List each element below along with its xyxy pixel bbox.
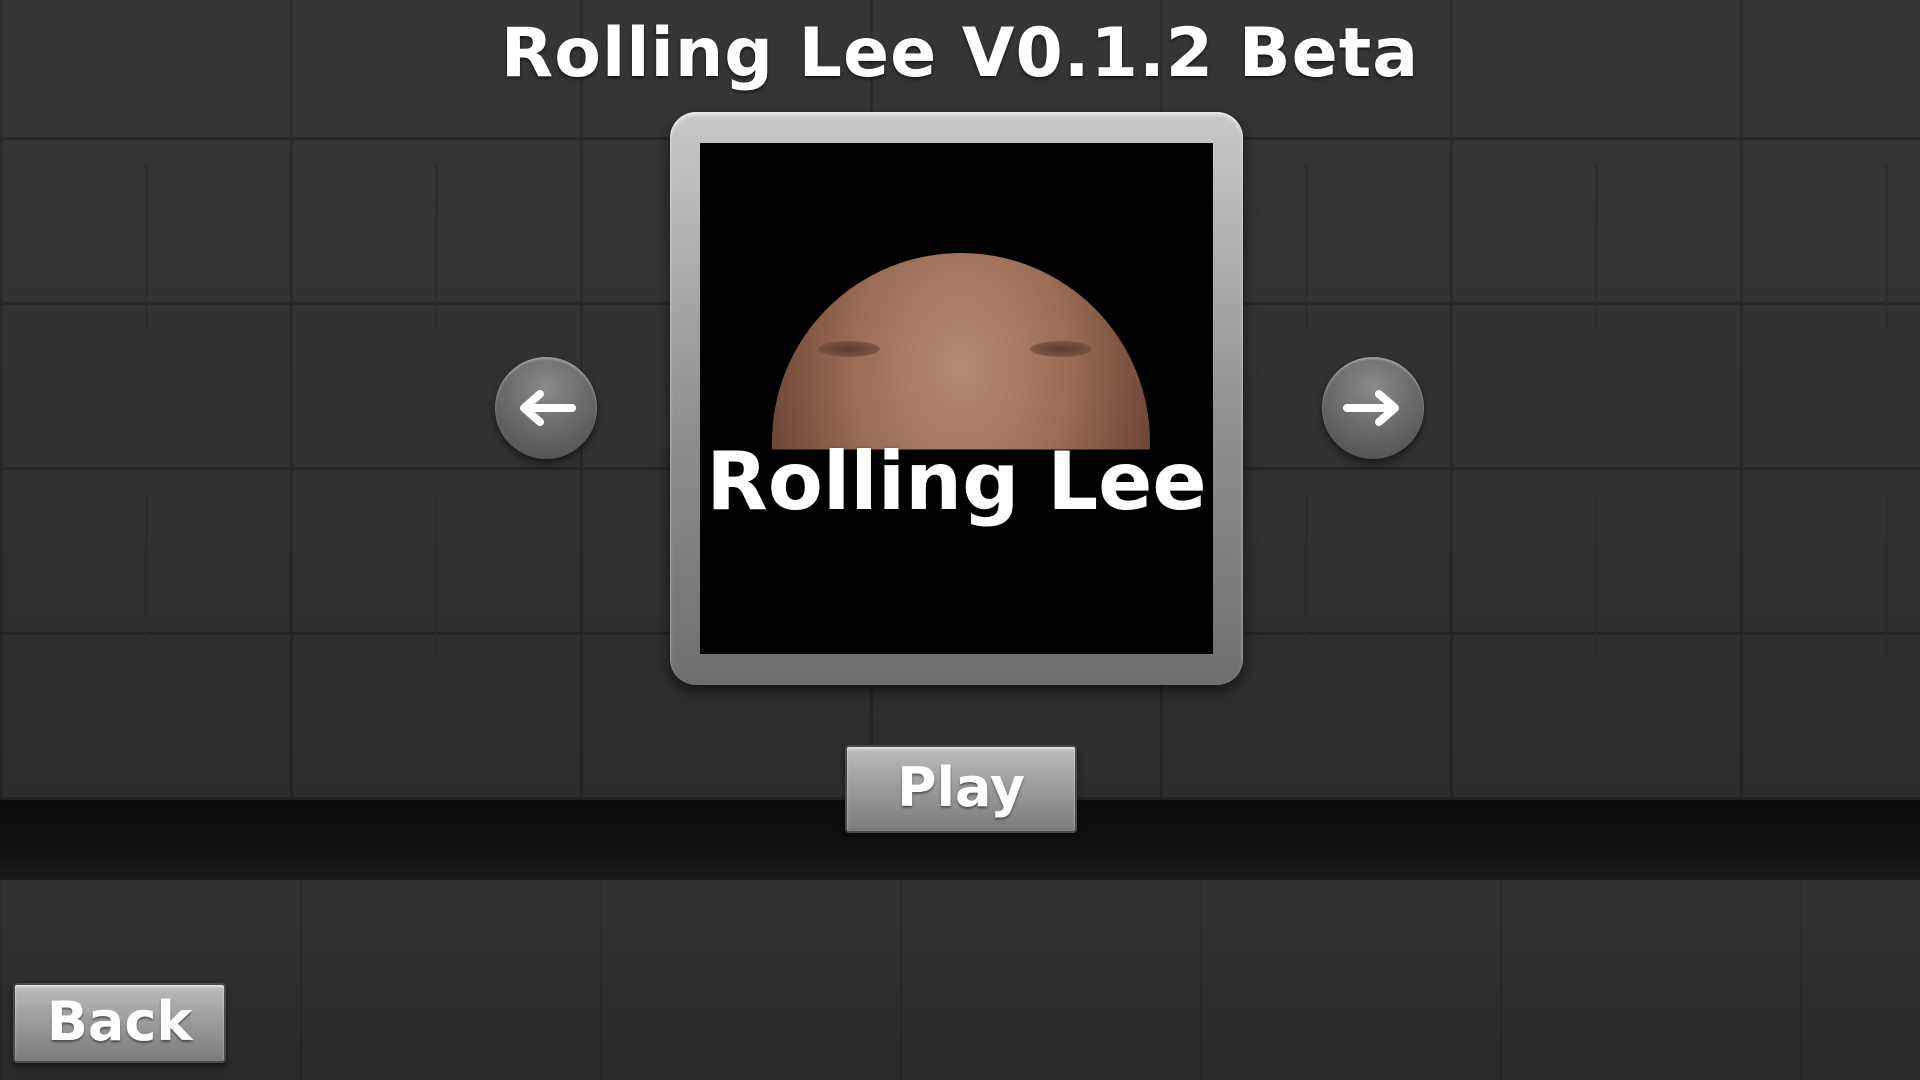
next-level-button[interactable] [1322,357,1424,459]
back-button[interactable]: Back [13,983,226,1063]
level-name: Rolling Lee [706,435,1207,528]
level-preview-image: Rolling Lee [700,143,1213,654]
face-ball-eye [818,341,880,357]
game-title: Rolling Lee V0.1.2 Beta [500,14,1420,93]
level-select-screen: Rolling Lee V0.1.2 Beta Rolling Lee Play… [0,0,1920,1080]
arrow-left-icon [520,390,576,426]
play-button[interactable]: Play [845,745,1077,833]
face-ball-eye [1030,341,1092,357]
level-preview-frame[interactable]: Rolling Lee [670,112,1243,685]
floor [0,880,1920,1080]
previous-level-button[interactable] [495,357,597,459]
arrow-right-icon [1343,390,1399,426]
